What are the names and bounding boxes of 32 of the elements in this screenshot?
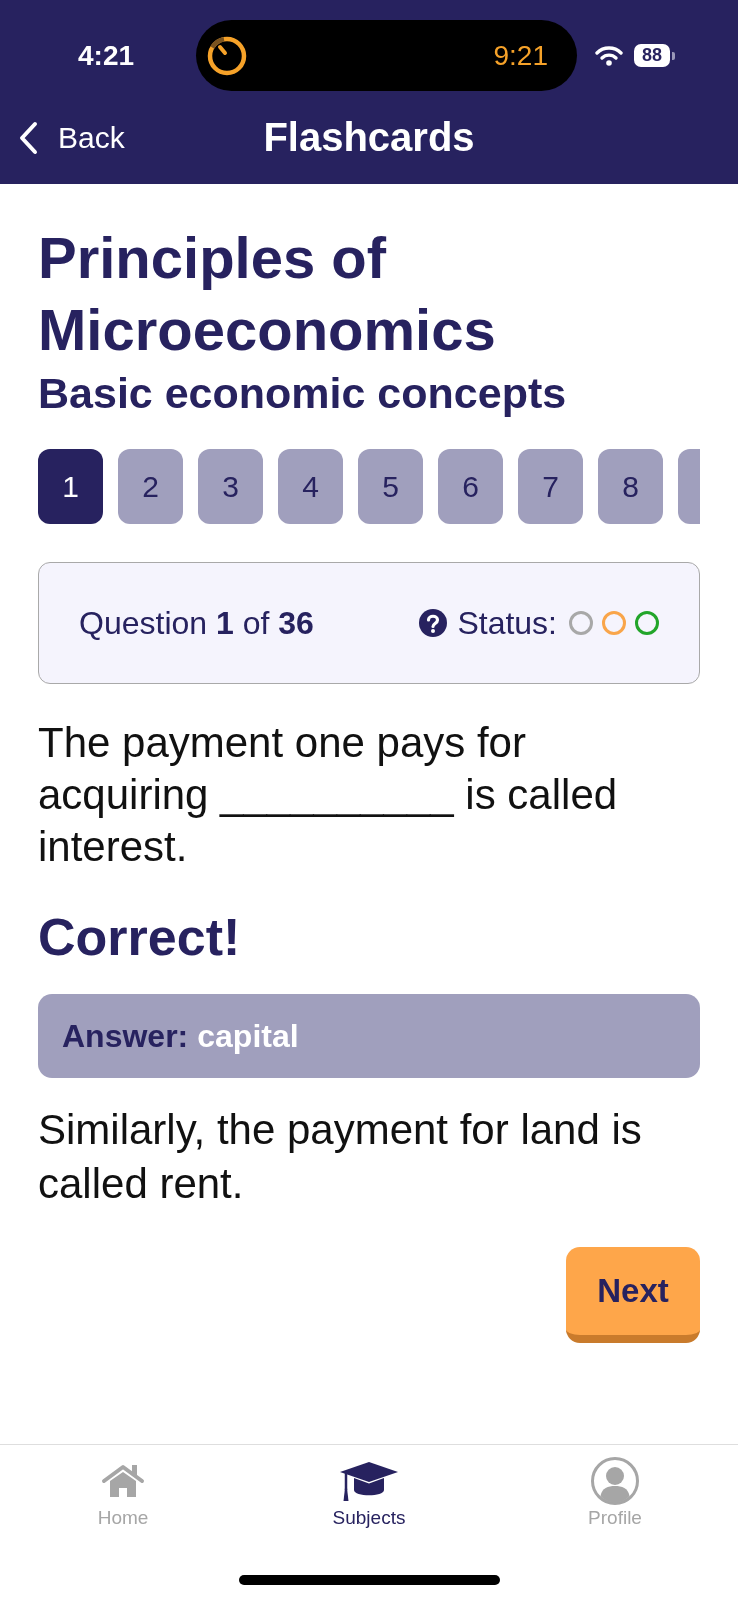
answer-label: Answer: bbox=[62, 1017, 189, 1055]
question-number-tab[interactable]: 7 bbox=[518, 449, 583, 524]
topic-title: Basic economic concepts bbox=[38, 369, 568, 417]
battery-indicator: 88 bbox=[634, 44, 675, 67]
course-title: Principles of Microeconomics bbox=[38, 224, 497, 364]
help-icon[interactable] bbox=[419, 609, 448, 637]
result-text: Correct! bbox=[38, 908, 242, 966]
answer-value: capital bbox=[197, 1017, 299, 1055]
question-number-tab[interactable] bbox=[678, 449, 700, 524]
wifi-icon bbox=[595, 45, 623, 66]
graduation-cap-icon bbox=[339, 1460, 399, 1502]
question-number-tab[interactable]: 3 bbox=[198, 449, 263, 524]
status-label: Status: bbox=[457, 604, 557, 642]
question-number-tab[interactable]: 2 bbox=[118, 449, 183, 524]
timer-text: 9:21 bbox=[493, 39, 548, 72]
chevron-left-icon bbox=[18, 120, 38, 155]
page-title: Flashcards bbox=[263, 115, 475, 160]
question-number-tab[interactable]: 4 bbox=[278, 449, 343, 524]
question-counter: Question 1 of 36 bbox=[79, 604, 314, 642]
question-text: The payment one pays for acquiring __________ is called interest. bbox=[38, 718, 619, 872]
question-number-tab[interactable]: 1 bbox=[38, 449, 103, 524]
timer-icon bbox=[207, 35, 247, 76]
question-number-tab[interactable]: 5 bbox=[358, 449, 423, 524]
next-button[interactable]: Next bbox=[566, 1247, 700, 1343]
question-number-tab[interactable]: 6 bbox=[438, 449, 503, 524]
explanation-text: Similarly, the payment for land is called rent. bbox=[38, 1105, 643, 1209]
status-time: 4:21 bbox=[78, 39, 135, 72]
home-icon bbox=[101, 1464, 145, 1498]
tab-item[interactable]: Subjects bbox=[332, 1445, 406, 1530]
user-icon bbox=[591, 1457, 639, 1505]
question-number-tab[interactable]: 8 bbox=[598, 449, 663, 524]
back-button[interactable]: Back bbox=[18, 120, 125, 155]
